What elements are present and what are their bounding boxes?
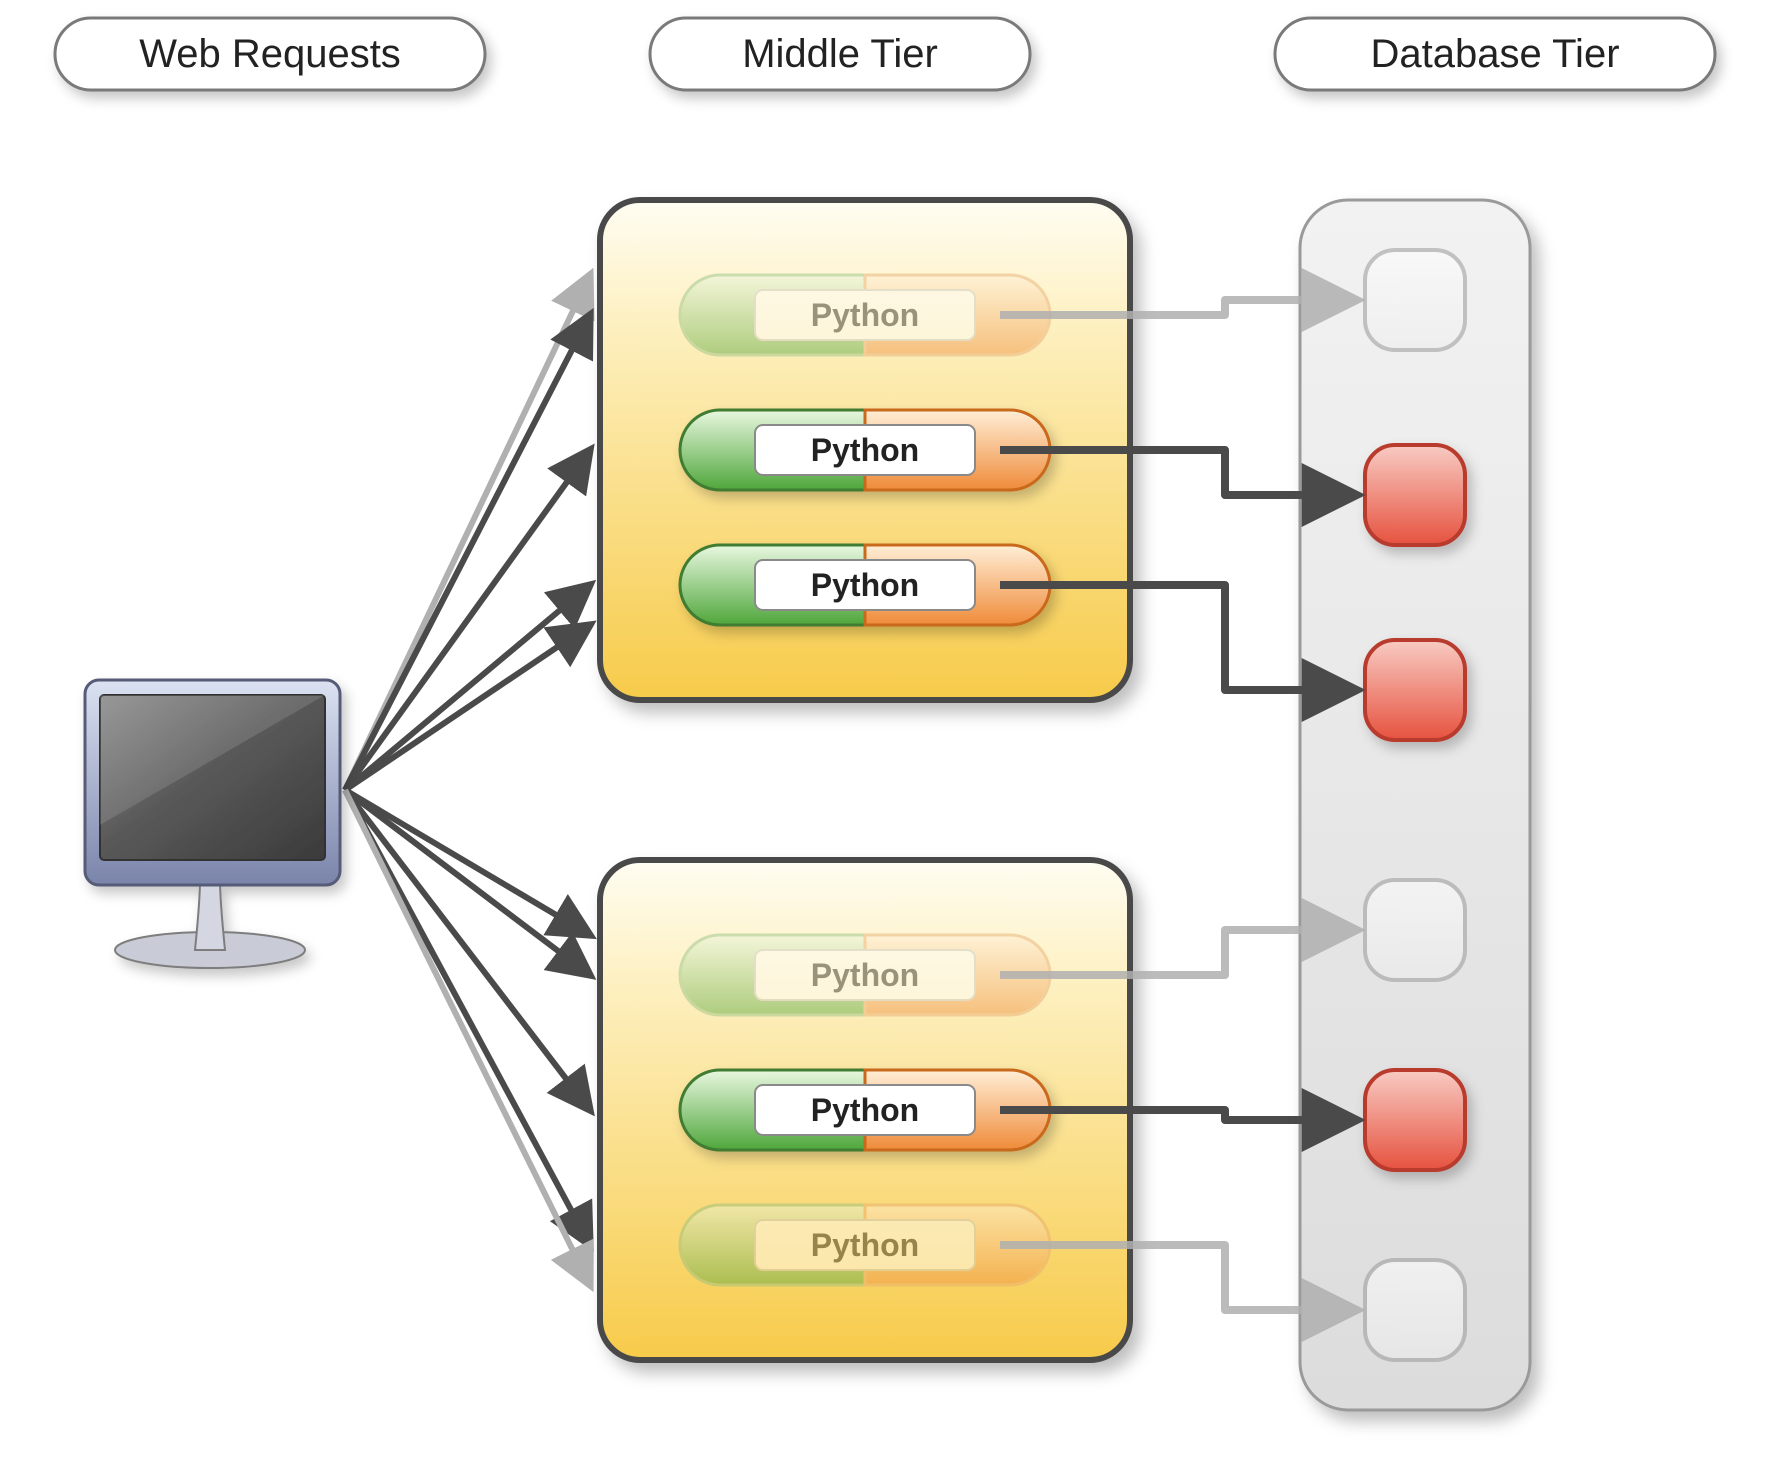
python-process-pill: Python: [680, 545, 1050, 625]
python-process-pill: Python: [680, 1070, 1050, 1150]
python-process-label: Python: [811, 567, 919, 603]
header-middle-tier: Middle Tier: [650, 18, 1030, 90]
database-node-idle: [1365, 1260, 1465, 1360]
header-database-tier: Database Tier: [1275, 18, 1715, 90]
python-process-label: Python: [811, 297, 919, 333]
database-node-idle: [1365, 250, 1465, 350]
database-node-active: [1365, 1070, 1465, 1170]
header-web-requests: Web Requests: [55, 18, 485, 90]
database-node-active: [1365, 640, 1465, 740]
python-process-pill: Python: [680, 1205, 1050, 1285]
header-web-requests-label: Web Requests: [139, 32, 401, 76]
python-process-pill: Python: [680, 275, 1050, 355]
header-database-tier-label: Database Tier: [1370, 32, 1619, 76]
header-middle-tier-label: Middle Tier: [742, 32, 938, 76]
python-process-label: Python: [811, 1227, 919, 1263]
client-monitor-icon: [85, 680, 340, 968]
request-arrow: [345, 450, 590, 790]
database-node-active: [1365, 445, 1465, 545]
database-panel: [1300, 200, 1530, 1410]
request-arrow: [345, 315, 590, 790]
python-process-pill: Python: [680, 410, 1050, 490]
python-process-label: Python: [811, 1092, 919, 1128]
python-process-pill: Python: [680, 935, 1050, 1015]
python-process-label: Python: [811, 957, 919, 993]
database-node-idle: [1365, 880, 1465, 980]
python-process-label: Python: [811, 432, 919, 468]
